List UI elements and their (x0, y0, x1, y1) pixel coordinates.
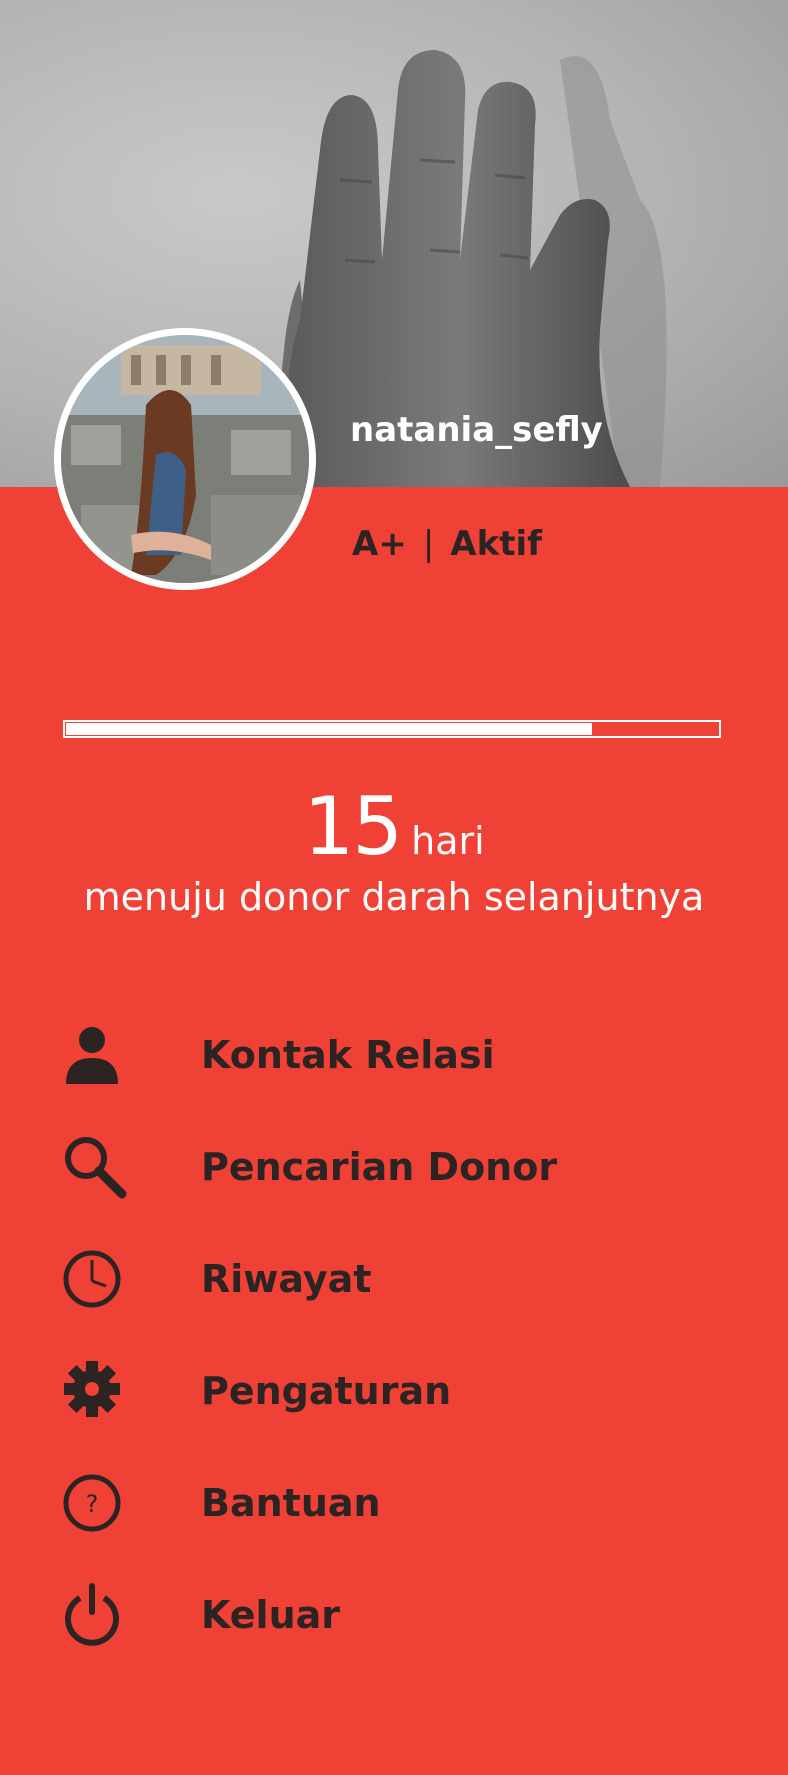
menu-item-pencarian-donor[interactable]: Pencarian Donor (0, 1122, 788, 1212)
gear-icon (64, 1361, 120, 1417)
menu-item-label: Keluar (201, 1593, 341, 1637)
countdown-caption: menuju donor darah selanjutnya (83, 875, 705, 919)
menu-item-riwayat[interactable]: Riwayat (0, 1234, 788, 1324)
separator: | (422, 524, 435, 564)
menu-item-bantuan[interactable]: ? Bantuan (0, 1458, 788, 1548)
search-icon (65, 1137, 127, 1199)
svg-text:?: ? (86, 1490, 99, 1518)
menu-item-label: Pengaturan (201, 1369, 452, 1413)
avatar-photo (61, 335, 309, 583)
power-icon (65, 1583, 119, 1646)
blood-status-row: A+ | Aktif (352, 524, 542, 564)
menu-item-label: Pencarian Donor (201, 1145, 558, 1189)
clock-icon (63, 1250, 121, 1308)
menu-item-label: Kontak Relasi (201, 1033, 495, 1077)
progress-fill (66, 723, 593, 735)
menu-item-label: Riwayat (201, 1257, 372, 1301)
menu-item-label: Bantuan (201, 1481, 381, 1525)
donor-status: Aktif (450, 524, 542, 564)
donation-progress-bar (63, 720, 721, 738)
help-icon: ? (63, 1474, 121, 1532)
days-unit: hari (411, 819, 485, 863)
menu-item-pengaturan[interactable]: Pengaturan (0, 1346, 788, 1436)
person-icon (66, 1027, 118, 1084)
menu-item-kontak-relasi[interactable]: Kontak Relasi (0, 1010, 788, 1100)
menu-item-keluar[interactable]: Keluar (0, 1570, 788, 1660)
days-count: 15 (303, 780, 403, 873)
blood-type: A+ (352, 524, 407, 564)
avatar[interactable] (54, 328, 316, 590)
countdown: 15 hari (0, 780, 788, 873)
username: natania_sefly (350, 410, 603, 450)
